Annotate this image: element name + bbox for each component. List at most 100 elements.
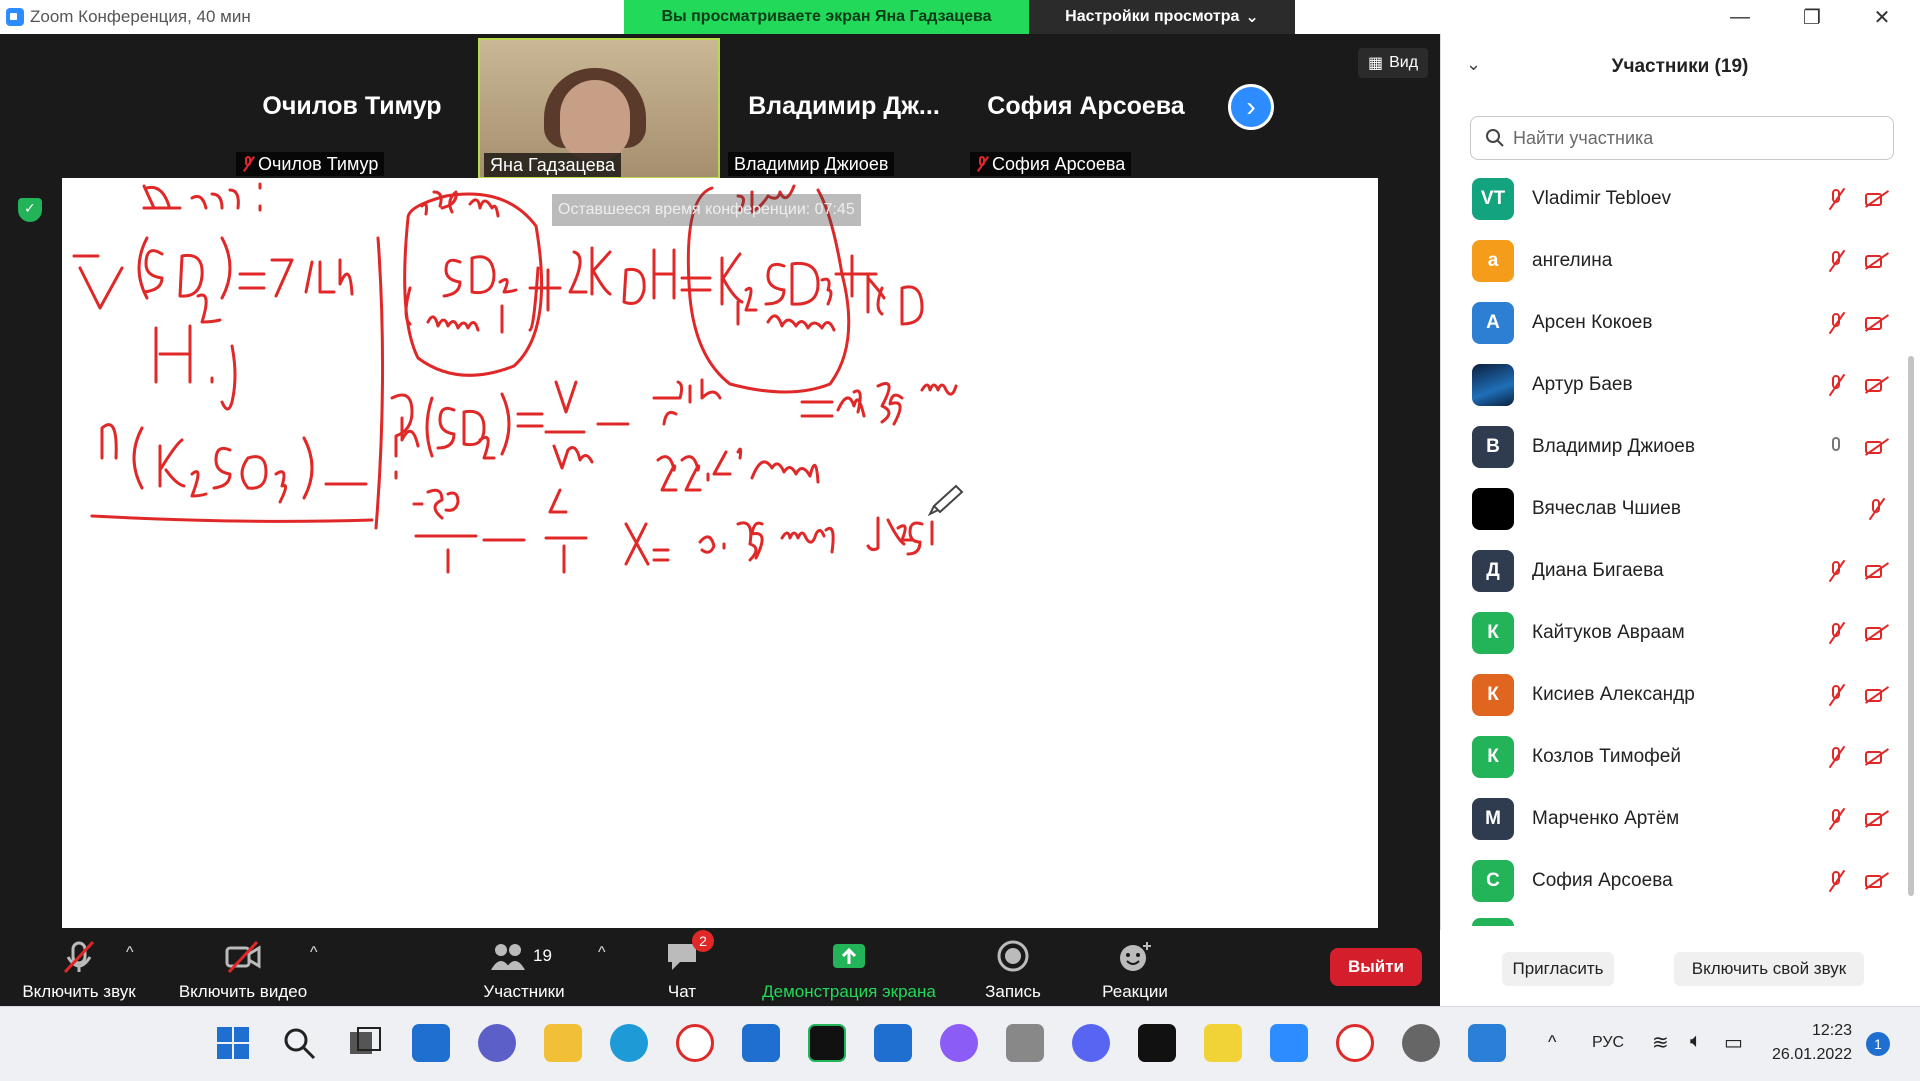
video-options-caret[interactable]: ^ [310, 944, 318, 962]
widgets-icon[interactable] [412, 1024, 450, 1062]
leave-meeting-button[interactable]: Выйти [1330, 948, 1422, 986]
gallery-tile[interactable]: Очилов Тимур Очилов Тимур [232, 36, 472, 176]
view-button[interactable]: ▦ Вид [1358, 48, 1429, 78]
close-button[interactable]: ✕ [1852, 0, 1912, 34]
participant-name: София Арсоева [1532, 870, 1673, 891]
teams-chat-icon[interactable] [478, 1024, 516, 1062]
wifi-icon[interactable]: ≋ [1652, 1030, 1669, 1055]
tray-overflow-caret[interactable]: ^ [1548, 1032, 1556, 1053]
mic-muted-icon [1824, 745, 1848, 769]
reactions-button[interactable]: Реакции [1088, 936, 1182, 1002]
sticky-notes-icon[interactable] [1204, 1024, 1242, 1062]
unmute-button[interactable]: Включить звук [14, 936, 144, 1002]
terminal-icon[interactable] [1138, 1024, 1176, 1062]
participant-row[interactable]: К Кайтуков Авраам [1472, 608, 1892, 658]
gallery-tile[interactable]: Владимир Дж... Владимир Джиоев [724, 36, 964, 176]
calculator-icon[interactable] [1006, 1024, 1044, 1062]
search-icon[interactable] [280, 1024, 318, 1062]
video-off-icon [1864, 621, 1888, 645]
photos-icon[interactable] [1468, 1024, 1506, 1062]
participant-name: Vladimir Tebloev [1532, 188, 1672, 209]
participants-options-caret[interactable]: ^ [598, 944, 606, 962]
record-button[interactable]: Запись [968, 936, 1058, 1002]
participant-row[interactable]: В Владимир Джиоев [1472, 422, 1892, 472]
participants-icon: 19 [489, 940, 559, 974]
mic-muted-icon [1824, 807, 1848, 831]
task-view-icon[interactable] [346, 1024, 384, 1062]
start-icon[interactable] [214, 1024, 252, 1062]
record-label: Запись [985, 982, 1041, 1001]
participant-row[interactable]: а ангелина [1472, 236, 1892, 286]
alice-assistant-icon[interactable] [940, 1024, 978, 1062]
mic-muted-icon [1824, 249, 1848, 273]
invite-button[interactable]: Пригласить [1502, 952, 1614, 986]
video-off-icon [1864, 559, 1888, 583]
next-page-button[interactable]: › [1228, 84, 1274, 130]
audio-options-caret[interactable]: ^ [126, 944, 134, 962]
gallery-tile[interactable]: София Арсоева София Арсоева [966, 36, 1206, 176]
participant-search-input[interactable] [1511, 126, 1875, 150]
chevron-down-icon: ⌄ [1245, 9, 1259, 26]
participant-search[interactable] [1470, 116, 1894, 160]
battery-icon[interactable]: ▭ [1724, 1030, 1743, 1055]
pycharm-icon[interactable] [808, 1024, 846, 1062]
pencil-icon [927, 484, 964, 517]
participant-name: Марченко Артём [1532, 808, 1680, 829]
discord-icon[interactable] [1072, 1024, 1110, 1062]
share-screen-icon [831, 940, 867, 974]
chat-button[interactable]: 2 Чат [642, 930, 722, 1002]
start-video-button[interactable]: Включить видео [170, 936, 316, 1002]
participants-button[interactable]: 19 Участники [474, 936, 574, 1002]
video-off-icon [1864, 249, 1888, 273]
yandex-icon[interactable] [1336, 1024, 1374, 1062]
active-speaker-video[interactable]: Яна Гадзацева [478, 38, 720, 179]
notification-badge[interactable]: 1 [1866, 1032, 1890, 1056]
participant-name: Вячеслав Чшиев [1532, 498, 1681, 519]
avatar: В [1472, 426, 1514, 468]
view-options-button[interactable]: Настройки просмотра ⌄ [1029, 0, 1295, 34]
panel-title-bar [1440, 0, 1920, 34]
share-screen-label: Демонстрация экрана [762, 982, 936, 1001]
participant-row[interactable]: Артур Баев [1472, 360, 1892, 410]
panel-scrollbar[interactable] [1908, 356, 1914, 896]
avatar: С [1472, 860, 1514, 902]
unmute-self-button[interactable]: Включить свой звук [1674, 952, 1864, 986]
security-shield-icon[interactable] [18, 198, 42, 222]
mic-icon [1824, 435, 1848, 459]
minimize-button[interactable]: — [1710, 0, 1770, 34]
volume-icon[interactable]: 🔈︎ [1690, 1030, 1702, 1053]
participants-panel-title: Участники (19) [1611, 56, 1749, 77]
mic-muted-icon [1864, 497, 1888, 521]
yandex-browser-icon[interactable] [676, 1024, 714, 1062]
mic-muted-icon [61, 940, 97, 974]
grid-icon: ▦ [1368, 55, 1384, 72]
language-indicator[interactable]: РУС [1592, 1034, 1624, 1052]
file-explorer-icon[interactable] [544, 1024, 582, 1062]
maximize-button[interactable]: ❐ [1782, 0, 1842, 34]
mail-icon[interactable] [742, 1024, 780, 1062]
participant-row[interactable]: Вячеслав Чшиев [1472, 484, 1892, 534]
edge-icon[interactable] [610, 1024, 648, 1062]
share-screen-button[interactable]: Демонстрация экрана [746, 936, 952, 1002]
participant-row[interactable]: VT Vladimir Tebloev [1472, 174, 1892, 224]
video-face [560, 80, 630, 160]
mic-muted-icon [1824, 869, 1848, 893]
clock-time[interactable]: 12:23 [1812, 1022, 1852, 1040]
smiley-icon [1117, 940, 1153, 974]
participant-row[interactable]: С София Арсоева [1472, 856, 1892, 906]
participant-row[interactable]: К Кисиев Александр [1472, 670, 1892, 720]
mic-muted-icon [1824, 187, 1848, 211]
settings-gear-icon[interactable] [1402, 1024, 1440, 1062]
participant-row[interactable]: К Козлов Тимофей [1472, 732, 1892, 782]
clock-date[interactable]: 26.01.2022 [1772, 1046, 1852, 1064]
microsoft-store-icon[interactable] [874, 1024, 912, 1062]
tile-name-label: София Арсоева [970, 152, 1132, 176]
chat-badge: 2 [692, 930, 714, 952]
zoom-taskbar-icon[interactable] [1270, 1024, 1308, 1062]
participant-row[interactable]: Д Диана Бигаева [1472, 546, 1892, 596]
start-video-label: Включить видео [178, 982, 308, 1001]
avatar: К [1472, 674, 1514, 716]
participant-row[interactable]: М Марченко Артём [1472, 794, 1892, 844]
participant-row[interactable]: А Арсен Кокоев [1472, 298, 1892, 348]
